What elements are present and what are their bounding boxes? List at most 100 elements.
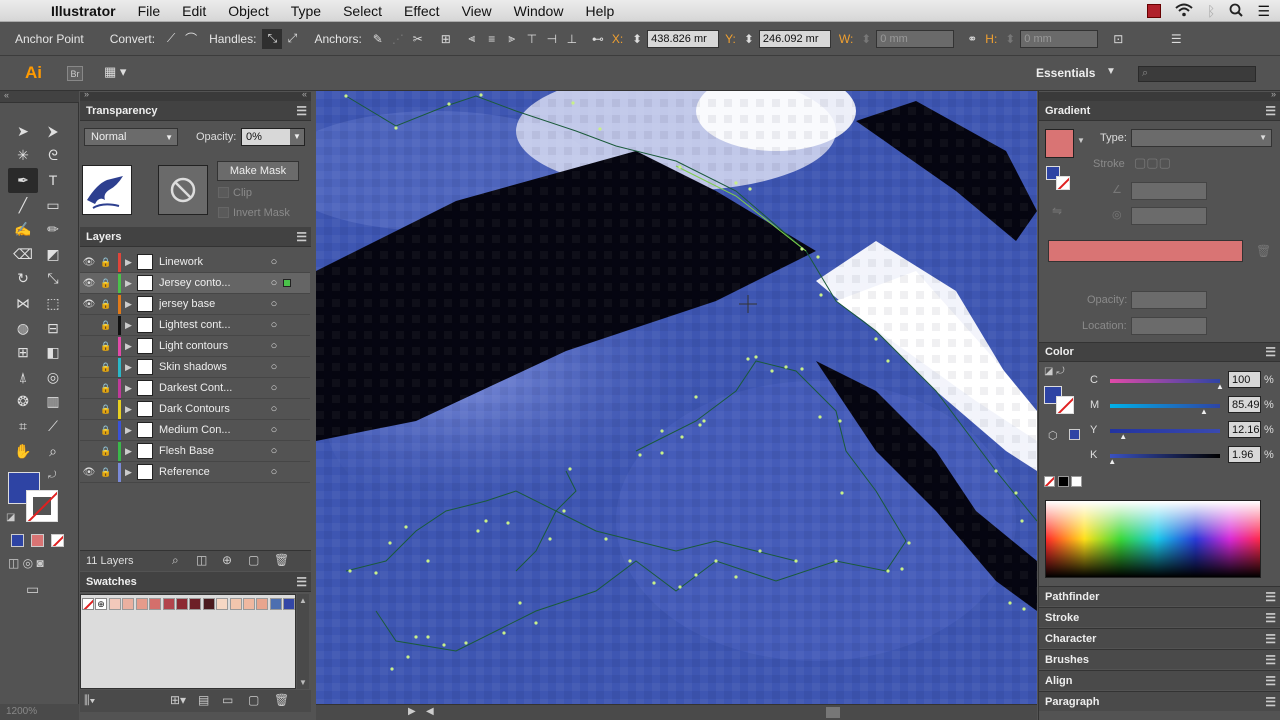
expand-triangle-icon[interactable]: ▶ [125, 362, 137, 373]
gamut-swatch[interactable] [1069, 429, 1080, 440]
symbol-sprayer-tool-icon[interactable]: ❂ [8, 390, 38, 415]
w-field[interactable]: 0 mm [876, 29, 955, 48]
link-icon[interactable]: ⚭ [962, 29, 982, 49]
collapsed-panel-menu-icon[interactable]: ☰ [1265, 632, 1276, 646]
collapse-icon[interactable]: « [4, 90, 9, 100]
slider-thumb-icon[interactable]: ▲ [1108, 457, 1116, 466]
layer-row[interactable]: 🔒 ▶ Flesh Base ○ [80, 441, 310, 462]
collapsed-panel-brushes[interactable]: Brushes ☰ [1039, 649, 1280, 669]
align-left-icon[interactable]: ⫷ [462, 29, 482, 49]
gradient-fill-preview[interactable] [1045, 129, 1074, 158]
layer-name[interactable]: Linework [159, 256, 267, 268]
lasso-tool-icon[interactable]: ᘓ [38, 144, 68, 169]
scroll-thumb[interactable] [826, 707, 840, 718]
color-menu-icon[interactable]: ☰ [1265, 345, 1276, 359]
menu-edit[interactable]: Edit [171, 3, 217, 19]
blend-tool-icon[interactable]: ◎ [38, 365, 68, 390]
horizontal-scrollbar[interactable]: ▶ ◀ [316, 704, 1037, 720]
magic-wand-tool-icon[interactable]: ✳ [8, 144, 38, 169]
channel-value-field[interactable]: 85.49 [1228, 396, 1261, 413]
convert-corner-icon[interactable]: ⟋ [161, 29, 181, 49]
swap-fill-stroke-icon[interactable]: ⤾ [48, 470, 56, 481]
lock-icon[interactable]: 🔒 [98, 467, 114, 478]
layer-row[interactable]: 🔒 ▶ Skin shadows ○ [80, 357, 310, 378]
hide-handles-icon[interactable]: ⤢ [282, 29, 302, 49]
isolate-icon[interactable]: ⊡ [1108, 29, 1128, 49]
mesh-tool-icon[interactable]: ⊞ [8, 340, 38, 365]
menu-type[interactable]: Type [280, 3, 332, 19]
mask-thumbnail[interactable] [158, 165, 208, 215]
h-stepper-icon[interactable]: ⬍ [1000, 29, 1020, 49]
blend-mode-select[interactable]: Normal ▼ [84, 128, 178, 146]
transform-icon[interactable]: ⊞ [436, 29, 456, 49]
swatch-chip[interactable] [135, 598, 148, 610]
visibility-eye-icon[interactable]: 👁 [80, 257, 98, 268]
rectangle-tool-icon[interactable]: ▭ [38, 193, 68, 218]
layer-name[interactable]: Flesh Base [159, 445, 267, 457]
reverse-gradient-icon[interactable]: ⇋ [1052, 204, 1062, 218]
target-circle-icon[interactable]: ○ [267, 256, 281, 268]
lock-icon[interactable]: 🔒 [98, 299, 114, 310]
none-mode-icon[interactable] [51, 534, 64, 547]
layer-row[interactable]: 🔒 ▶ Lightest cont... ○ [80, 315, 310, 336]
channel-slider[interactable] [1110, 379, 1220, 383]
swatch-none[interactable] [82, 598, 94, 610]
target-circle-icon[interactable]: ○ [267, 340, 281, 352]
swatches-menu-icon[interactable]: ☰ [296, 575, 307, 589]
align-bottom-icon[interactable]: ⊥ [562, 29, 582, 49]
menu-window[interactable]: Window [503, 3, 575, 19]
swatch-chip[interactable] [189, 598, 202, 610]
gradient-menu-icon[interactable]: ☰ [1265, 104, 1276, 118]
search-field[interactable]: ⌕ [1138, 66, 1256, 82]
transparency-menu-icon[interactable]: ☰ [296, 104, 307, 118]
pencil-tool-icon[interactable]: ✏ [38, 217, 68, 242]
visibility-eye-icon[interactable]: 👁 [80, 278, 98, 289]
drawing-modes-icon[interactable]: ◫ ◎ ◙ [8, 556, 44, 570]
layer-name[interactable]: Reference [159, 466, 267, 478]
screen-mode-icon[interactable]: ▭ [26, 581, 39, 598]
lock-icon[interactable]: 🔒 [98, 362, 114, 373]
menu-object[interactable]: Object [217, 3, 279, 19]
new-sublayer-icon[interactable]: ⊕ [222, 553, 232, 567]
stroke-swatch[interactable] [26, 490, 58, 522]
expand-triangle-icon[interactable]: ▶ [125, 467, 137, 478]
swatches-scrollbar[interactable]: ▲ ▼ [297, 594, 309, 689]
collapsed-panel-pathfinder[interactable]: Pathfinder ☰ [1039, 586, 1280, 606]
expand-triangle-icon[interactable]: ▶ [125, 299, 137, 310]
layer-name[interactable]: Medium Con... [159, 424, 267, 436]
expand-triangle-icon[interactable]: ▶ [125, 257, 137, 268]
stroke-options-icon[interactable]: ▢▢▢ [1134, 155, 1171, 171]
swatch-registration[interactable]: ⊕ [95, 598, 107, 610]
out-of-gamut-icon[interactable]: ⬡ [1048, 429, 1058, 442]
channel-slider[interactable] [1110, 454, 1220, 458]
slider-thumb-icon[interactable]: ▲ [1200, 407, 1208, 416]
gradient-type-select[interactable]: ▼ [1131, 129, 1272, 147]
lock-icon[interactable]: 🔒 [98, 383, 114, 394]
channel-value-field[interactable]: 100 [1228, 371, 1261, 388]
bridge-button[interactable]: Br [67, 66, 83, 81]
w-stepper-icon[interactable]: ⬍ [856, 29, 876, 49]
selection-tool-icon[interactable]: ➤ [8, 119, 38, 144]
shape-builder-tool-icon[interactable]: ◍ [8, 316, 38, 341]
width-tool-icon[interactable]: ⋈ [8, 291, 38, 316]
target-circle-icon[interactable]: ○ [267, 277, 281, 289]
target-circle-icon[interactable]: ○ [267, 403, 281, 415]
swatch-options-icon[interactable]: ▤ [198, 693, 209, 707]
paintbrush-tool-icon[interactable]: ✍ [8, 217, 38, 242]
layer-row[interactable]: 👁 🔒 ▶ Jersey conto... ○ [80, 273, 310, 294]
remove-anchor-icon[interactable]: ✎ [368, 29, 388, 49]
target-circle-icon[interactable]: ○ [267, 361, 281, 373]
default-colors-icon[interactable]: ◪ [6, 512, 15, 523]
collapsed-panel-menu-icon[interactable]: ☰ [1265, 674, 1276, 688]
status-zoom[interactable]: 1200% [0, 704, 79, 720]
rotate-tool-icon[interactable]: ↻ [8, 267, 38, 292]
stop-opacity-field[interactable] [1131, 291, 1207, 309]
cut-path-icon[interactable]: ✂ [408, 29, 428, 49]
align-middle-icon[interactable]: ⊣ [542, 29, 562, 49]
swatch-chip[interactable] [229, 598, 242, 610]
swatch-libraries-icon[interactable]: ⫼▾ [84, 693, 95, 708]
swatch-chip[interactable] [202, 598, 215, 610]
layer-row[interactable]: 🔒 ▶ Light contours ○ [80, 336, 310, 357]
connect-anchor-icon[interactable]: ⋰ [388, 29, 408, 49]
new-swatch-icon[interactable]: ▢ [248, 693, 259, 707]
